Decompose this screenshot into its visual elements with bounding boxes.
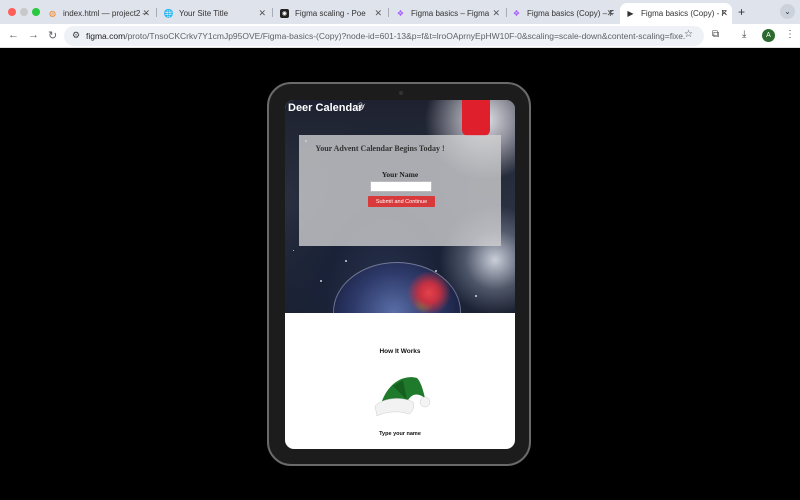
close-window-button[interactable]	[8, 8, 16, 16]
card-heading: Your Advent Calendar Begins Today !	[315, 144, 445, 153]
hero-image: Deer Calendar 𝒴 Your Advent Calendar Beg…	[285, 100, 515, 313]
maximize-window-button[interactable]	[32, 8, 40, 16]
figma-icon: ❖	[512, 9, 521, 18]
tab-label: Figma basics (Copy) – F	[527, 9, 615, 18]
download-icon[interactable]: ⤓	[742, 29, 746, 40]
signup-card: Your Advent Calendar Begins Today ! Your…	[299, 135, 501, 246]
menu-icon[interactable]: ⋮	[785, 29, 795, 40]
tab-search-button[interactable]: ⌄	[780, 4, 795, 19]
tab-label: index.html — project2 –	[63, 9, 148, 18]
tab-label: Figma basics (Copy) - F	[641, 9, 727, 18]
back-arrow-icon[interactable]: ←	[8, 29, 19, 41]
name-input[interactable]	[370, 181, 432, 192]
tab-label: Your Site Title	[179, 9, 229, 18]
url-path: /proto/TnsoCKCrkv7Y1cmJp95OVE/Figma-basi…	[125, 31, 686, 41]
submit-button[interactable]: Submit and Continue	[368, 196, 435, 207]
site-settings-icon[interactable]: ⚙	[72, 30, 80, 41]
tab-label: Figma scaling - Poe	[295, 9, 366, 18]
browser-toolbar: ← → ↻ ⚙ figma.com/proto/TnsoCKCrkv7Y1cmJ…	[0, 24, 800, 48]
tab-figma-basics-copy[interactable]: ❖ Figma basics (Copy) – F ✕	[506, 3, 618, 24]
tab-figma-prototype-active[interactable]: ▶ Figma basics (Copy) - F ✕	[620, 3, 732, 24]
ipad-frame: Deer Calendar 𝒴 Your Advent Calendar Beg…	[267, 82, 531, 466]
address-bar[interactable]: ⚙ figma.com/proto/TnsoCKCrkv7Y1cmJp95OVE…	[64, 26, 704, 46]
elf-hat-icon	[374, 377, 431, 417]
url-text[interactable]: figma.com/proto/TnsoCKCrkv7Y1cmJp95OVE/F…	[86, 31, 686, 41]
tab-figma-basics[interactable]: ❖ Figma basics – Figma ✕	[390, 3, 504, 24]
deer-antler-icon: 𝒴	[357, 102, 365, 113]
reload-icon[interactable]: ↻	[48, 29, 57, 42]
sublime-icon: ◍	[49, 9, 56, 18]
close-icon[interactable]: ✕	[374, 8, 382, 19]
prototype-screen: Deer Calendar 𝒴 Your Advent Calendar Beg…	[285, 100, 515, 449]
globe-icon: 🌐	[163, 9, 174, 18]
avatar[interactable]: A	[762, 29, 775, 42]
close-icon[interactable]: ✕	[720, 8, 728, 19]
close-icon[interactable]: ✕	[142, 8, 150, 19]
close-icon[interactable]: ✕	[258, 8, 266, 19]
extensions-icon[interactable]: ⧉	[712, 29, 719, 40]
bookmark-star-icon[interactable]: ☆	[684, 29, 693, 40]
close-icon[interactable]: ✕	[606, 8, 614, 19]
tab-your-site[interactable]: 🌐 Your Site Title ✕	[158, 3, 270, 24]
site-title: Deer Calendar	[288, 102, 363, 114]
tab-poe[interactable]: ◉ Figma scaling - Poe ✕	[274, 3, 386, 24]
play-icon: ▶	[627, 9, 634, 18]
figma-icon: ❖	[396, 9, 405, 18]
close-icon[interactable]: ✕	[492, 8, 500, 19]
tab-bar: ◍ index.html — project2 – ✕ 🌐 Your Site …	[0, 0, 800, 24]
camera-icon	[399, 91, 403, 95]
tab-label: Figma basics – Figma	[411, 9, 490, 18]
url-host: figma.com	[86, 31, 126, 41]
minimize-window-button[interactable]	[20, 8, 28, 16]
section-title: How It Works	[379, 348, 421, 355]
name-label: Your Name	[381, 170, 419, 179]
forward-arrow-icon[interactable]: →	[28, 29, 39, 41]
new-tab-button[interactable]: +	[738, 5, 745, 19]
step-caption: Type your name	[379, 431, 421, 437]
poe-icon: ◉	[280, 9, 289, 18]
snow-globe-image	[333, 262, 461, 313]
tab-index-html[interactable]: ◍ index.html — project2 – ✕	[42, 3, 154, 24]
red-decoration	[462, 100, 490, 136]
